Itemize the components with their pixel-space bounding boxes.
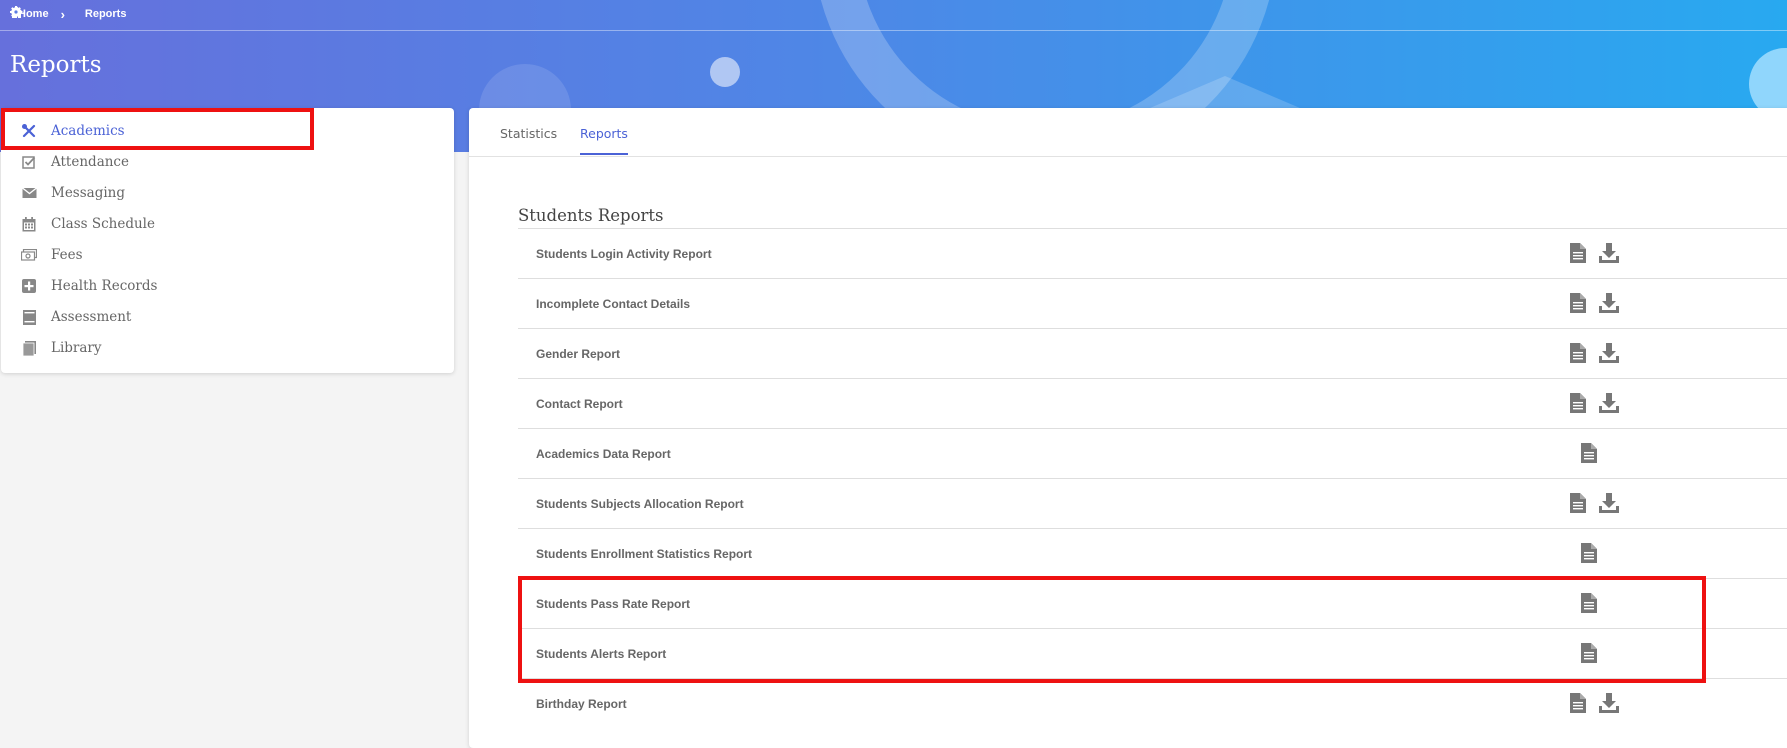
file-icon[interactable] (1570, 493, 1590, 513)
file-icon[interactable] (1581, 543, 1601, 563)
calendar-icon (21, 216, 37, 232)
tab-statistics[interactable]: Statistics (500, 126, 557, 153)
tools-icon (21, 123, 37, 139)
page-title: Reports (10, 52, 102, 78)
report-name[interactable]: Birthday Report (536, 679, 627, 729)
report-name[interactable]: Students Alerts Report (536, 629, 666, 679)
sidebar-item-fees[interactable]: Fees (1, 241, 454, 269)
sidebar-item-label: Health Records (51, 278, 158, 294)
file-icon[interactable] (1570, 693, 1590, 713)
download-icon[interactable] (1599, 493, 1619, 513)
medical-plus-icon (21, 278, 37, 294)
sidebar-item-library[interactable]: Library (1, 334, 454, 362)
sidebar-item-label: Fees (51, 247, 83, 263)
tab-reports[interactable]: Reports (580, 126, 628, 155)
sidebar-item-assessment[interactable]: Assessment (1, 303, 454, 331)
download-icon[interactable] (1599, 343, 1619, 363)
money-icon (21, 247, 37, 263)
sidebar-item-label: Class Schedule (51, 216, 155, 232)
download-icon[interactable] (1599, 243, 1619, 263)
file-icon[interactable] (1570, 343, 1590, 363)
sidebar-item-attendance[interactable]: Attendance (1, 148, 454, 176)
breadcrumb-current: Reports (84, 8, 127, 20)
file-icon[interactable] (1570, 243, 1590, 263)
sidebar-item-class-schedule[interactable]: Class Schedule (1, 210, 454, 238)
report-row: Academics Data Report (518, 428, 1787, 478)
report-row: Gender Report (518, 328, 1787, 378)
header-divider (0, 30, 1787, 31)
report-row: Students Alerts Report (518, 628, 1787, 678)
sidebar-item-label: Messaging (51, 185, 126, 201)
report-row: Students Enrollment Statistics Report (518, 528, 1787, 578)
sidebar-item-label: Library (51, 340, 102, 356)
file-icon[interactable] (1570, 393, 1590, 413)
chevron-right-icon: › (60, 6, 65, 22)
section-title: Students Reports (518, 206, 664, 225)
report-name[interactable]: Students Login Activity Report (536, 229, 712, 279)
file-icon[interactable] (1570, 293, 1590, 313)
download-icon[interactable] (1599, 393, 1619, 413)
report-row: Birthday Report (518, 678, 1787, 728)
tab-bar: Statistics Reports (469, 108, 1787, 157)
report-name[interactable]: Students Enrollment Statistics Report (536, 529, 752, 579)
sidebar-item-messaging[interactable]: Messaging (1, 179, 454, 207)
checkbox-icon (21, 154, 37, 170)
report-row: Incomplete Contact Details (518, 278, 1787, 328)
sidebar-item-label: Attendance (51, 154, 129, 170)
download-icon[interactable] (1599, 293, 1619, 313)
sidebar: Academics Attendance Messaging Class Sch… (1, 108, 454, 373)
download-icon[interactable] (1599, 693, 1619, 713)
report-row: Students Login Activity Report (518, 228, 1787, 278)
report-name[interactable]: Students Subjects Allocation Report (536, 479, 744, 529)
envelope-icon (21, 185, 37, 201)
file-icon[interactable] (1581, 443, 1601, 463)
report-name[interactable]: Contact Report (536, 379, 623, 429)
sidebar-item-label: Academics (51, 123, 125, 139)
book-icon (21, 340, 37, 356)
file-icon[interactable] (1581, 643, 1601, 663)
report-row: Students Pass Rate Report (518, 578, 1787, 628)
report-row: Students Subjects Allocation Report (518, 478, 1787, 528)
report-name[interactable]: Students Pass Rate Report (536, 579, 690, 629)
report-row: Contact Report (518, 378, 1787, 428)
breadcrumb: Home › Reports (10, 6, 126, 22)
report-name[interactable]: Gender Report (536, 329, 620, 379)
file-icon[interactable] (1581, 593, 1601, 613)
report-name[interactable]: Incomplete Contact Details (536, 279, 690, 329)
sidebar-item-label: Assessment (51, 309, 132, 325)
assessment-icon (21, 309, 37, 325)
report-name[interactable]: Academics Data Report (536, 429, 671, 479)
sidebar-item-academics[interactable]: Academics (1, 117, 454, 145)
sidebar-item-health-records[interactable]: Health Records (1, 272, 454, 300)
main-panel: Statistics Reports Students Reports Stud… (469, 108, 1787, 748)
